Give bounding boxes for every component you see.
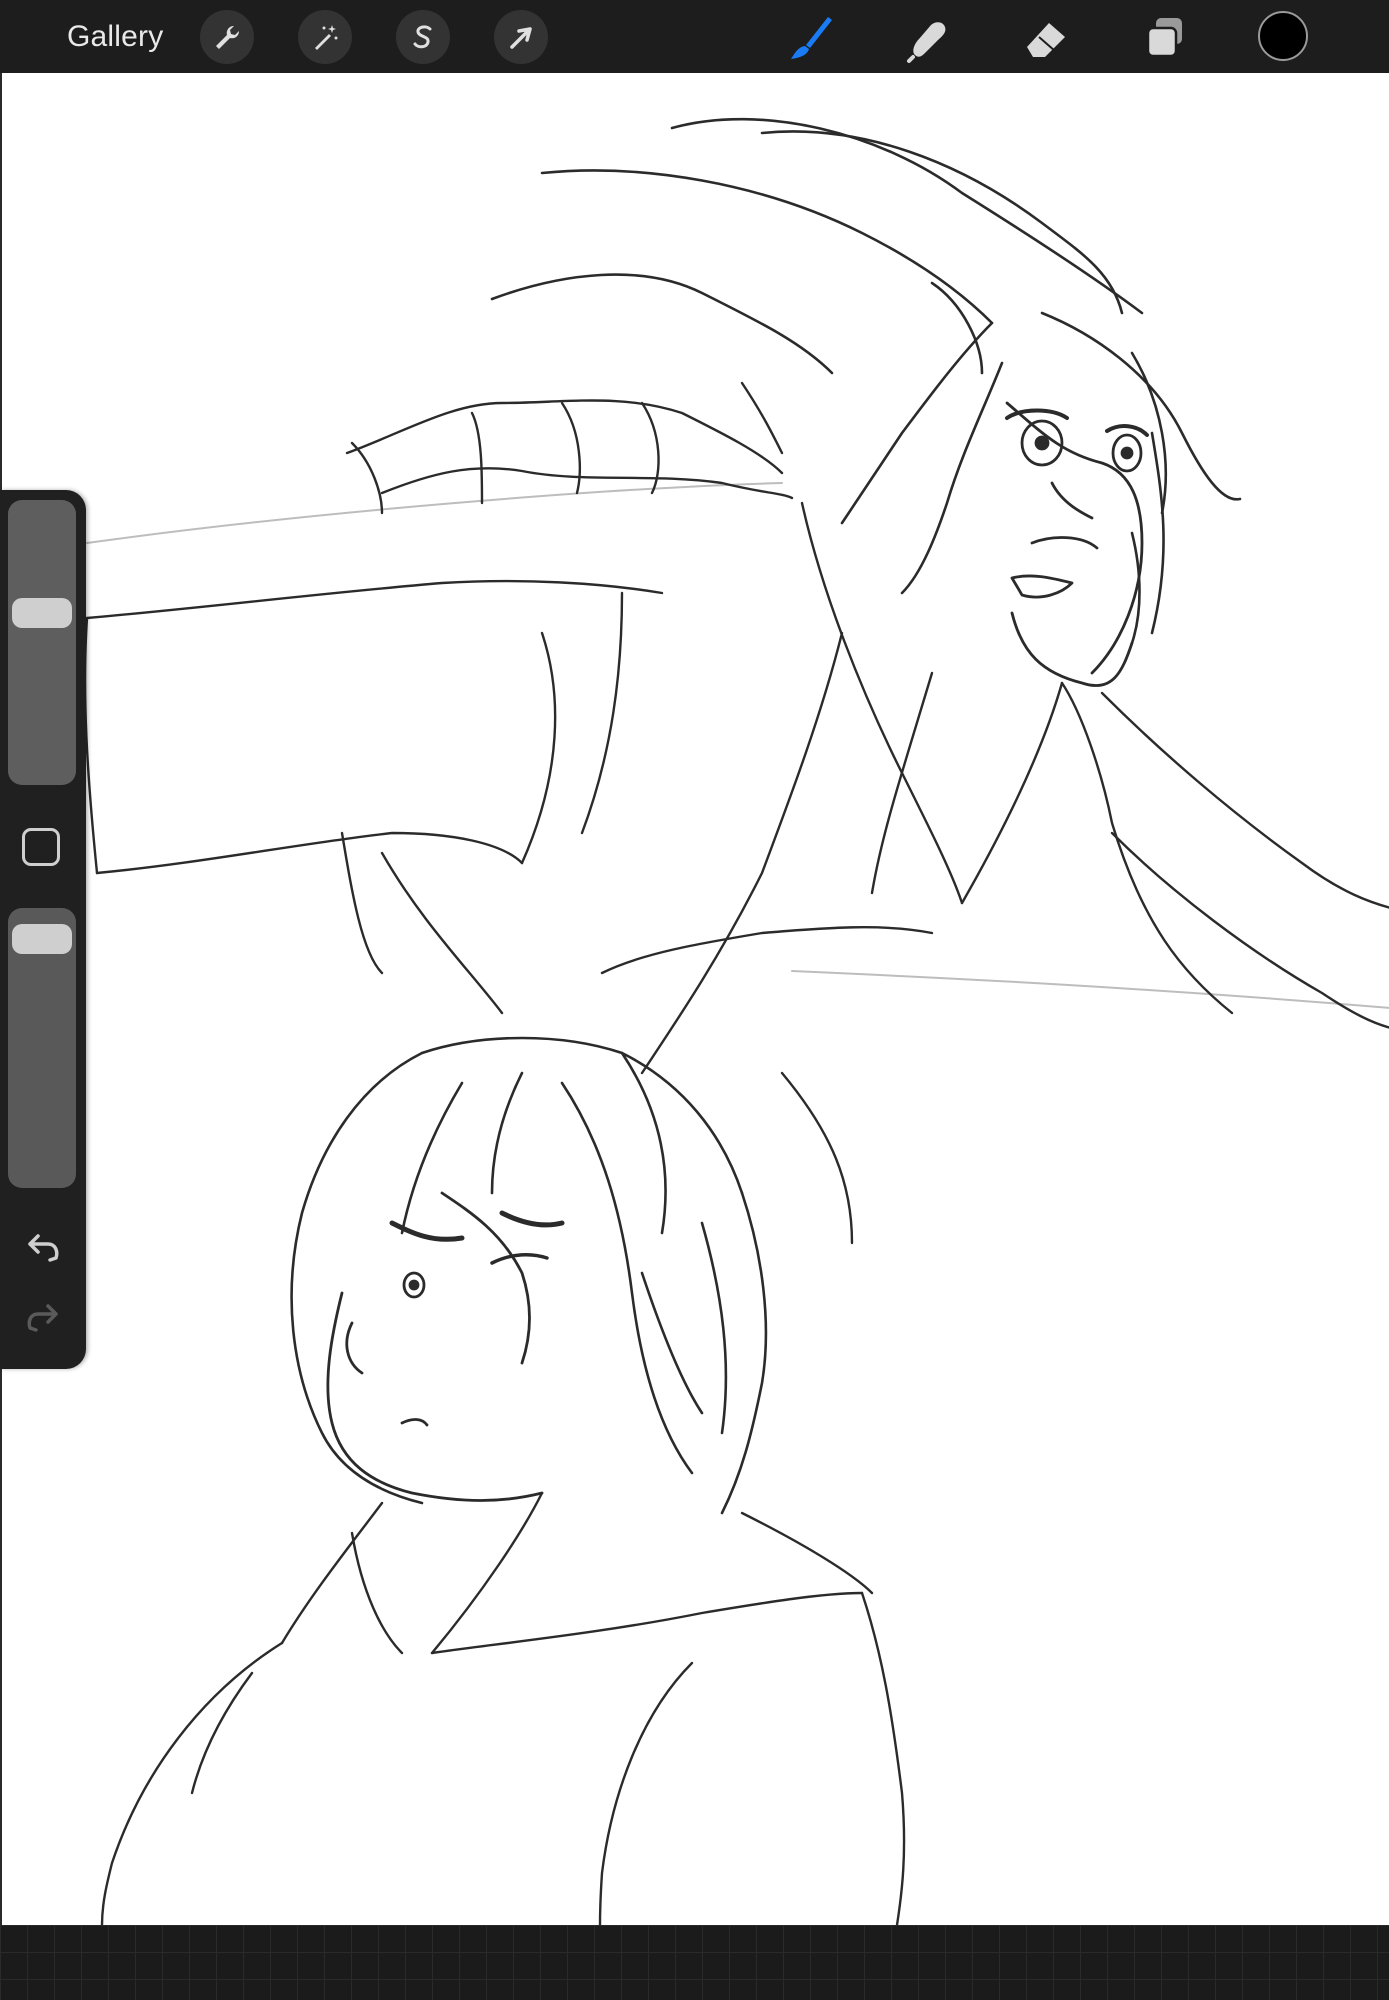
redo-icon	[27, 1304, 58, 1332]
drawing-canvas[interactable]	[0, 73, 1389, 1925]
selection-s-icon	[413, 25, 432, 49]
undo-button[interactable]	[22, 1230, 64, 1266]
layers-button[interactable]	[1134, 8, 1194, 68]
wrench-icon	[216, 25, 240, 49]
layers-icon	[1146, 18, 1182, 58]
brush-opacity-thumb[interactable]	[12, 924, 72, 955]
brush-size-slider[interactable]	[8, 500, 76, 785]
smudge-tool-button[interactable]	[898, 8, 958, 68]
modify-square-icon[interactable]	[22, 828, 60, 866]
brush-sidebar	[0, 490, 86, 1369]
workspace-background	[0, 1925, 1389, 2000]
gallery-button[interactable]: Gallery	[67, 17, 163, 57]
transform-arrow-icon	[510, 27, 532, 49]
brush-opacity-slider[interactable]	[8, 908, 76, 1188]
selection-button[interactable]	[396, 10, 450, 64]
redo-button[interactable]	[22, 1300, 64, 1336]
top-toolbar: Gallery	[0, 0, 1389, 73]
magic-wand-icon	[315, 25, 338, 50]
sketch-artwork	[83, 117, 1389, 1925]
brush-tool-button[interactable]	[781, 8, 841, 68]
brush-icon	[791, 17, 832, 59]
eraser-tool-button[interactable]	[1016, 8, 1076, 68]
color-swatch[interactable]	[1258, 11, 1308, 61]
undo-icon	[28, 1234, 59, 1262]
adjustments-button[interactable]	[298, 10, 352, 64]
actions-button[interactable]	[200, 10, 254, 64]
transform-button[interactable]	[494, 10, 548, 64]
brush-size-thumb[interactable]	[12, 597, 72, 628]
eraser-icon	[1027, 23, 1065, 57]
smudge-icon	[907, 22, 946, 63]
